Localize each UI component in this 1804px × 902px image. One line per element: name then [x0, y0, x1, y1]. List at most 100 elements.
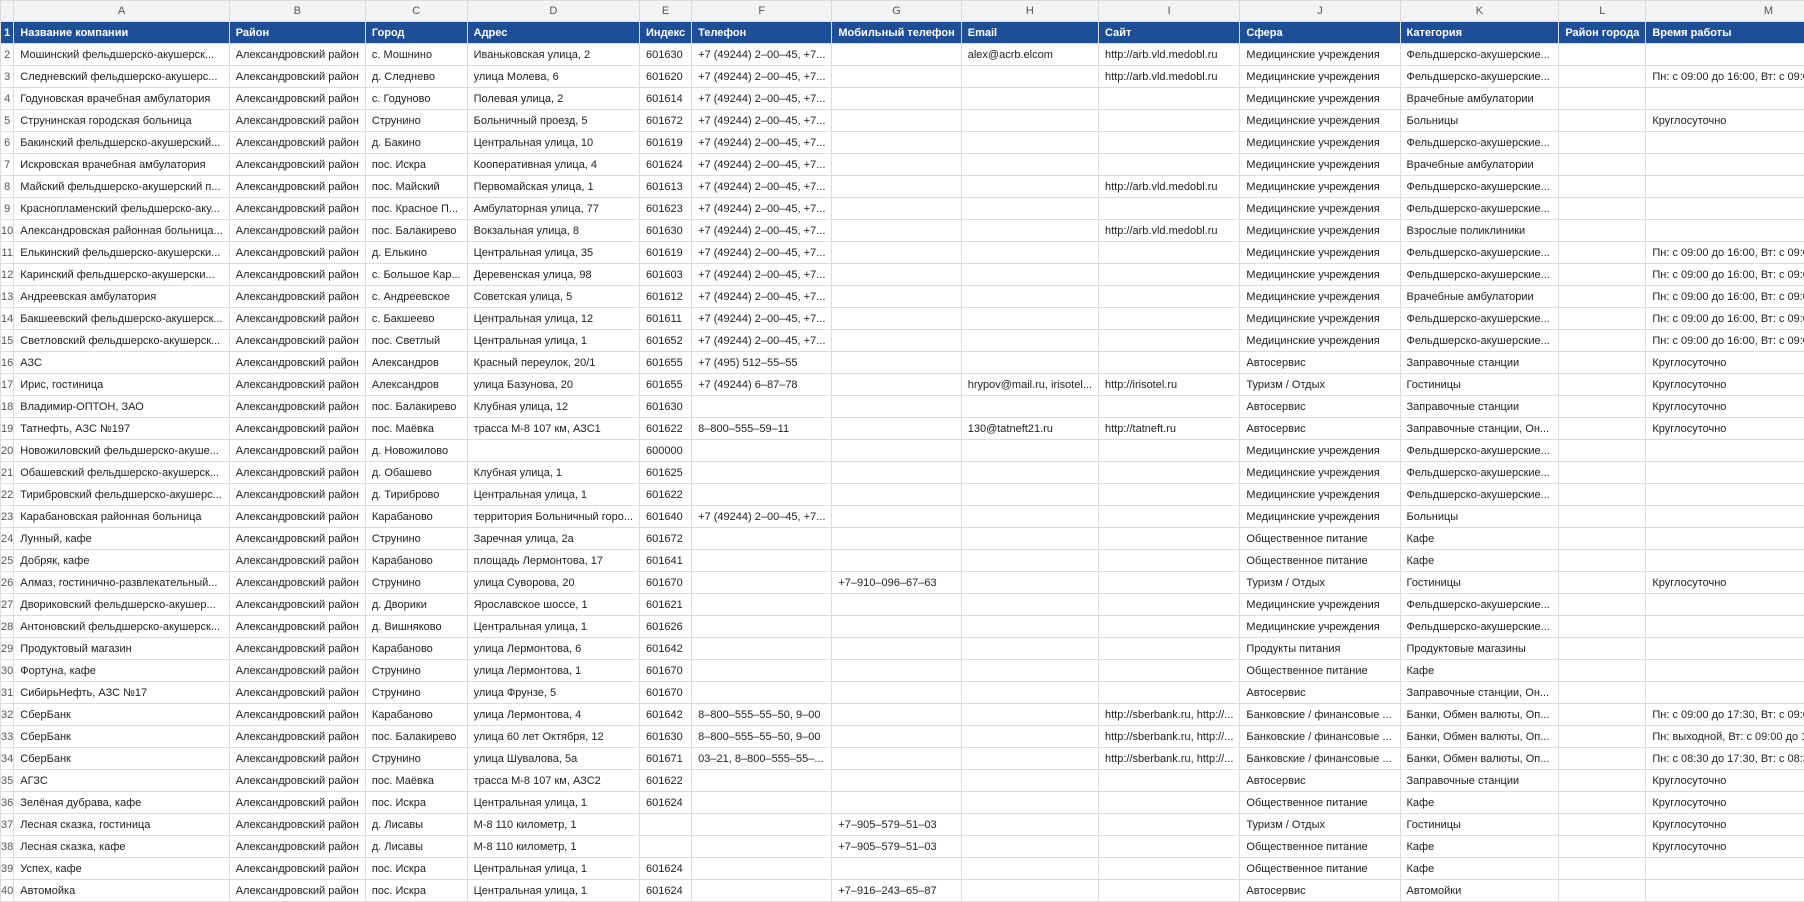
table-cell[interactable]: Медицинские учреждения — [1239, 219, 1401, 242]
table-cell[interactable]: М-8 110 километр, 1 — [466, 813, 641, 836]
table-cell[interactable] — [1097, 439, 1241, 462]
table-cell[interactable]: Владимир-ОПТОН, ЗАО — [13, 395, 230, 418]
table-cell[interactable]: площадь Лермонтова, 17 — [466, 549, 641, 572]
column-header-f[interactable]: F — [691, 0, 833, 22]
table-cell[interactable]: Александровский район — [228, 483, 366, 506]
table-cell[interactable]: д. Следнево — [364, 65, 468, 88]
table-cell[interactable] — [1645, 549, 1804, 572]
table-cell[interactable]: Александровский район — [228, 109, 366, 132]
table-cell[interactable]: Продукты питания — [1239, 637, 1401, 660]
table-cell[interactable]: Фельдшерско-акушерские... — [1399, 439, 1560, 462]
table-cell[interactable] — [1558, 43, 1647, 66]
table-cell[interactable]: Клубная улица, 1 — [466, 461, 641, 484]
table-cell[interactable]: +7 (49244) 2–00–45, +7... — [691, 175, 833, 198]
table-cell[interactable]: +7 (49244) 2–00–45, +7... — [691, 65, 833, 88]
table-cell[interactable] — [960, 153, 1100, 176]
table-cell[interactable]: http://sberbank.ru, http://... — [1097, 747, 1241, 770]
table-cell[interactable]: Карабаново — [364, 549, 468, 572]
table-cell[interactable] — [1558, 549, 1647, 572]
table-cell[interactable]: 601624 — [639, 879, 693, 902]
table-cell[interactable]: Круглосуточно — [1645, 417, 1804, 440]
table-cell[interactable]: Струнино — [364, 681, 468, 704]
table-cell[interactable] — [1645, 175, 1804, 198]
table-cell[interactable]: Фельдшерско-акушерские... — [1399, 307, 1560, 330]
table-cell[interactable] — [960, 879, 1100, 902]
column-header-a[interactable]: A — [13, 0, 230, 22]
table-cell[interactable] — [1645, 879, 1804, 902]
table-cell[interactable] — [1558, 131, 1647, 154]
table-cell[interactable] — [960, 285, 1100, 308]
table-cell[interactable]: 601672 — [639, 527, 693, 550]
table-cell[interactable]: Карабаново — [364, 505, 468, 528]
table-cell[interactable]: Карабаново — [364, 637, 468, 660]
table-cell[interactable]: Годуновская врачебная амбулатория — [13, 87, 230, 110]
row-number[interactable]: 20 — [0, 439, 15, 462]
table-cell[interactable]: +7–916–243–65–87 — [831, 879, 962, 902]
table-cell[interactable]: Пн: с 09:00 до 16:00, Вт: с 09:00 до 16:… — [1645, 329, 1804, 352]
table-cell[interactable]: Круглосуточно — [1645, 791, 1804, 814]
column-header-i[interactable]: I — [1097, 0, 1241, 22]
table-cell[interactable]: 601642 — [639, 637, 693, 660]
table-cell[interactable]: Заправочные станции — [1399, 769, 1560, 792]
table-cell[interactable] — [831, 527, 962, 550]
table-cell[interactable] — [831, 791, 962, 814]
table-cell[interactable] — [831, 43, 962, 66]
table-cell[interactable] — [831, 725, 962, 748]
table-cell[interactable]: Медицинские учреждения — [1239, 439, 1401, 462]
table-cell[interactable]: Автосервис — [1239, 879, 1401, 902]
table-cell[interactable] — [1097, 153, 1241, 176]
table-cell[interactable] — [960, 549, 1100, 572]
table-cell[interactable]: Лунный, кафе — [13, 527, 230, 550]
table-cell[interactable] — [691, 527, 833, 550]
table-cell[interactable]: Александровский район — [228, 395, 366, 418]
table-cell[interactable]: Медицинские учреждения — [1239, 307, 1401, 330]
table-cell[interactable] — [831, 241, 962, 264]
table-cell[interactable] — [831, 857, 962, 880]
table-cell[interactable] — [1097, 681, 1241, 704]
table-cell[interactable] — [831, 87, 962, 110]
table-cell[interactable]: 601620 — [639, 65, 693, 88]
table-cell[interactable]: Медицинские учреждения — [1239, 241, 1401, 264]
table-cell[interactable]: Александровский район — [228, 615, 366, 638]
table-cell[interactable] — [1558, 813, 1647, 836]
table-cell[interactable]: http://irisotel.ru — [1097, 373, 1241, 396]
table-cell[interactable]: Центральная улица, 1 — [466, 329, 641, 352]
table-cell[interactable] — [1097, 615, 1241, 638]
table-cell[interactable]: Первомайская улица, 1 — [466, 175, 641, 198]
table-cell[interactable]: 601641 — [639, 549, 693, 572]
table-cell[interactable]: Новожиловский фельдшерско-акуше... — [13, 439, 230, 462]
table-cell[interactable] — [1558, 681, 1647, 704]
table-cell[interactable]: Обашевский фельдшерско-акушерск... — [13, 461, 230, 484]
table-cell[interactable]: 601625 — [639, 461, 693, 484]
row-number[interactable]: 26 — [0, 571, 15, 594]
table-cell[interactable] — [691, 857, 833, 880]
table-cell[interactable]: Александровский район — [228, 131, 366, 154]
table-cell[interactable]: 601630 — [639, 43, 693, 66]
table-cell[interactable]: Медицинские учреждения — [1239, 65, 1401, 88]
row-number[interactable]: 34 — [0, 747, 15, 770]
table-cell[interactable]: +7 (49244) 2–00–45, +7... — [691, 285, 833, 308]
table-cell[interactable]: Мошинский фельдшерско-акушерск... — [13, 43, 230, 66]
table-cell[interactable]: Заправочные станции — [1399, 395, 1560, 418]
table-cell[interactable]: территория Больничный горо... — [466, 505, 641, 528]
table-cell[interactable] — [960, 351, 1100, 374]
table-cell[interactable] — [831, 593, 962, 616]
table-cell[interactable] — [1097, 131, 1241, 154]
table-cell[interactable] — [960, 813, 1100, 836]
table-cell[interactable]: Александровский район — [228, 835, 366, 858]
table-cell[interactable]: Светловский фельдшерско-акушерск... — [13, 329, 230, 352]
row-number[interactable]: 33 — [0, 725, 15, 748]
table-cell[interactable]: +7 (49244) 2–00–45, +7... — [691, 263, 833, 286]
table-cell[interactable]: Красный переулок, 20/1 — [466, 351, 641, 374]
table-cell[interactable]: Фельдшерско-акушерские... — [1399, 241, 1560, 264]
table-cell[interactable] — [1097, 307, 1241, 330]
table-cell[interactable]: Гостиницы — [1399, 373, 1560, 396]
table-cell[interactable]: Медицинские учреждения — [1239, 505, 1401, 528]
row-number[interactable]: 17 — [0, 373, 15, 396]
table-cell[interactable] — [1097, 813, 1241, 836]
table-cell[interactable]: пос. Искра — [364, 857, 468, 880]
table-cell[interactable] — [831, 747, 962, 770]
table-cell[interactable] — [831, 681, 962, 704]
table-cell[interactable]: Туризм / Отдых — [1239, 571, 1401, 594]
table-cell[interactable] — [960, 109, 1100, 132]
